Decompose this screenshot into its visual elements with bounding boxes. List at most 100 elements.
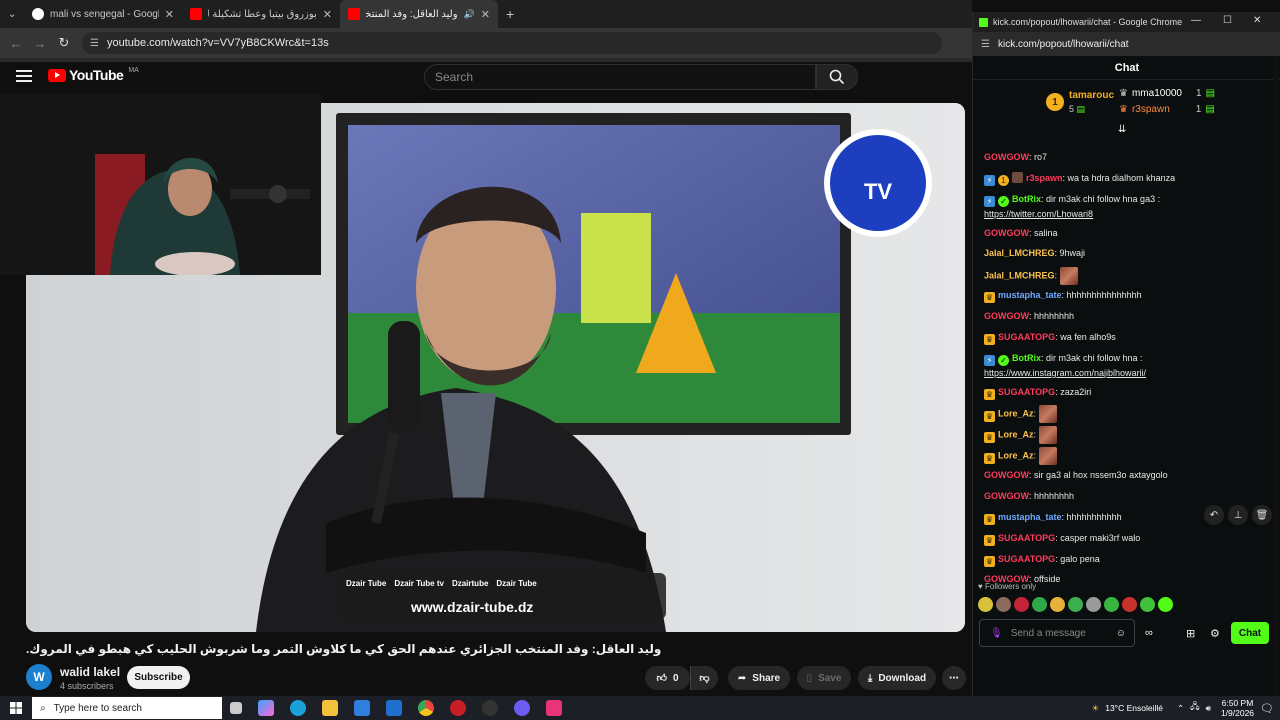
- delete-icon[interactable]: 🗑︎: [1252, 505, 1272, 525]
- chat-message[interactable]: GOWGOW: hhhhhhhh: [984, 309, 1269, 323]
- channel-avatar[interactable]: W: [26, 664, 52, 690]
- maximize-icon[interactable]: ☐: [1223, 15, 1232, 26]
- chat-username[interactable]: GOWGOW: [984, 491, 1029, 501]
- search-input[interactable]: Search: [424, 64, 816, 90]
- chat-message[interactable]: ⚡ ✓ BotRix: dir m3ak chi follow hna ga3 :h…: [984, 192, 1269, 221]
- app-icon[interactable]: [450, 700, 466, 716]
- emoji-icon[interactable]: ☺: [1116, 628, 1126, 639]
- subscribe-button[interactable]: Subscribe: [127, 666, 190, 689]
- expand-leaderboard-icon[interactable]: ⇊: [1118, 124, 1126, 135]
- obs-icon[interactable]: [482, 700, 498, 716]
- chat-username[interactable]: SUGAATOPG: [998, 332, 1055, 342]
- close-icon[interactable]: ✕: [1253, 15, 1261, 26]
- chat-username[interactable]: SUGAATOPG: [998, 387, 1055, 397]
- chat-message[interactable]: Jalal_LMCHREG:: [984, 267, 1269, 286]
- media-icon[interactable]: [546, 700, 562, 716]
- like-button[interactable]: 👍︎ 0: [645, 666, 690, 690]
- chat-message[interactable]: GOWGOW: ro7: [984, 150, 1269, 164]
- chat-username[interactable]: r3spawn: [1026, 173, 1063, 183]
- tab-search-button[interactable]: ⌄: [0, 0, 24, 28]
- mail-icon[interactable]: [386, 700, 402, 716]
- clock[interactable]: 6:50 PM 1/9/2026: [1221, 698, 1254, 718]
- chat-message[interactable]: ♛ SUGAATOPG: casper maki3rf walo: [984, 531, 1269, 546]
- volume-icon[interactable]: 🔊︎: [1206, 703, 1211, 714]
- site-info-icon[interactable]: ☰: [981, 39, 990, 50]
- speaker-icon[interactable]: 🔊: [464, 9, 475, 20]
- chrome-icon[interactable]: [418, 700, 434, 716]
- chat-username[interactable]: GOWGOW: [984, 311, 1029, 321]
- chat-username[interactable]: GOWGOW: [984, 470, 1029, 480]
- discord-icon[interactable]: [514, 700, 530, 716]
- chat-username[interactable]: SUGAATOPG: [998, 554, 1055, 564]
- emote-icon[interactable]: [996, 597, 1011, 612]
- chat-message[interactable]: GOWGOW: salina: [984, 226, 1269, 240]
- minimize-icon[interactable]: —: [1191, 15, 1201, 26]
- url-field[interactable]: ☰ youtube.com/watch?v=VV7yB8CKWrc&t=13s: [82, 32, 942, 54]
- tab-google-search[interactable]: mali vs sengegal - Google Search ✕: [24, 0, 182, 28]
- chat-scrollbar[interactable]: [1273, 56, 1279, 696]
- close-icon[interactable]: ✕: [165, 8, 174, 21]
- leaderboard-top-name[interactable]: tamarouc: [1069, 90, 1114, 101]
- leaderboard-item[interactable]: ♛ r3spawn 1 ▤: [1119, 104, 1215, 115]
- site-info-icon[interactable]: ☰: [90, 38, 99, 49]
- reply-icon[interactable]: ↶: [1204, 505, 1224, 525]
- emote-icon[interactable]: [1140, 597, 1155, 612]
- close-icon[interactable]: ✕: [481, 8, 490, 21]
- chat-message[interactable]: ♛ SUGAATOPG: galo pena: [984, 552, 1269, 567]
- emote-icon[interactable]: [1086, 597, 1101, 612]
- emote-icon[interactable]: [1032, 597, 1047, 612]
- menu-icon[interactable]: [16, 70, 32, 82]
- download-button[interactable]: ⤓ Download: [858, 666, 936, 690]
- chat-username[interactable]: Lore_Az: [998, 409, 1034, 419]
- chat-message[interactable]: GOWGOW: sir ga3 al hox nssem3o axtaygolo: [984, 468, 1269, 482]
- chat-message[interactable]: ⚡ ✓ BotRix: dir m3ak chi follow hna : https…: [984, 351, 1269, 380]
- chat-message[interactable]: ♛ SUGAATOPG: wa fen alho9s: [984, 330, 1269, 345]
- close-icon[interactable]: ✕: [323, 8, 332, 21]
- notification-icon[interactable]: 🗨︎: [1260, 702, 1274, 715]
- infinity-icon[interactable]: ∞: [1145, 627, 1153, 639]
- task-view-icon[interactable]: [230, 702, 242, 714]
- network-icon[interactable]: 🖧︎: [1190, 701, 1199, 715]
- chat-message[interactable]: GOWGOW: hhhhhhhh: [984, 489, 1269, 503]
- emote-icon[interactable]: [1104, 597, 1119, 612]
- chat-username[interactable]: GOWGOW: [984, 152, 1029, 162]
- chat-username[interactable]: Lore_Az: [998, 430, 1034, 440]
- chat-message[interactable]: Jalal_LMCHREG: 9hwaji: [984, 246, 1269, 260]
- microphone-icon[interactable]: 🎙︎: [990, 628, 1003, 639]
- emote-icon[interactable]: [1158, 597, 1173, 612]
- chat-message[interactable]: ♛ mustapha_tate: hhhhhhhhhhhhhhh: [984, 288, 1269, 304]
- emote-icon[interactable]: [1068, 597, 1083, 612]
- chat-username[interactable]: mustapha_tate: [998, 512, 1062, 522]
- new-tab-button[interactable]: +: [498, 0, 522, 28]
- chat-username[interactable]: SUGAATOPG: [998, 533, 1055, 543]
- chat-link[interactable]: https://www.instagram.com/najiblhowarii/: [984, 368, 1146, 378]
- more-actions-button[interactable]: ⋯: [942, 666, 966, 690]
- leaderboard-item[interactable]: ♛ mma10000 1 ▤: [1119, 88, 1215, 99]
- pin-icon[interactable]: ⊥: [1228, 505, 1248, 525]
- windows-start-icon[interactable]: [0, 702, 32, 714]
- emote-icon[interactable]: [1122, 597, 1137, 612]
- channel-name[interactable]: walid lakel: [60, 665, 120, 679]
- store-icon[interactable]: [354, 700, 370, 716]
- emote-icon[interactable]: [978, 597, 993, 612]
- chat-username[interactable]: mustapha_tate: [998, 290, 1062, 300]
- copilot-icon[interactable]: [258, 700, 274, 716]
- youtube-logo[interactable]: YouTube MA: [48, 67, 139, 83]
- chat-message[interactable]: ♛ SUGAATOPG: zaza2iri: [984, 385, 1269, 400]
- back-icon[interactable]: ←: [4, 36, 28, 51]
- reload-icon[interactable]: ↻: [52, 35, 76, 51]
- chat-url-bar[interactable]: ☰ kick.com/popout/lhowarii/chat: [973, 32, 1280, 56]
- chat-message[interactable]: ♛ Lore_Az:: [984, 447, 1269, 466]
- chat-message[interactable]: ♛ Lore_Az:: [984, 426, 1269, 445]
- chat-username[interactable]: Jalal_LMCHREG: [984, 271, 1055, 281]
- forward-icon[interactable]: →: [28, 36, 52, 51]
- chat-message[interactable]: ⚡ 1 r3spawn: wa ta hdra dialhom khanza: [984, 171, 1269, 186]
- chat-username[interactable]: BotRix: [1012, 353, 1041, 363]
- tab-youtube-1[interactable]: بوزروق بيتبأ وعطا تشكيلة لركراكي ✕: [182, 0, 340, 28]
- share-button[interactable]: ➦ Share: [728, 666, 790, 690]
- chat-username[interactable]: Jalal_LMCHREG: [984, 248, 1055, 258]
- chat-username[interactable]: BotRix: [1012, 194, 1041, 204]
- chat-username[interactable]: GOWGOW: [984, 228, 1029, 238]
- emote-icon[interactable]: [1014, 597, 1029, 612]
- gift-icon[interactable]: ⊞: [1186, 627, 1195, 640]
